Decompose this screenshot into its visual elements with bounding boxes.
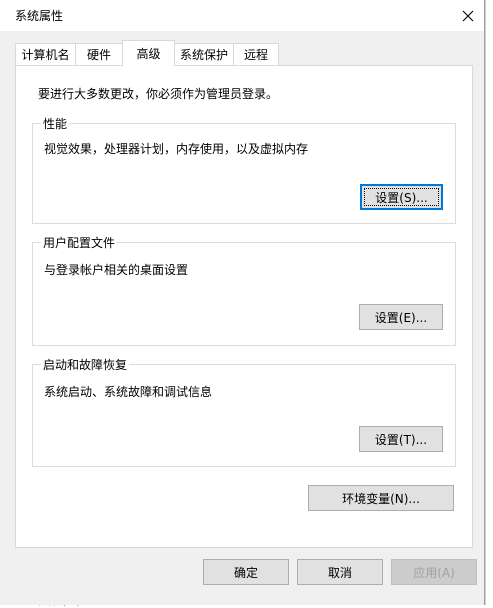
title-bar: 系统属性 (0, 0, 484, 31)
startup-recovery-group-title: 启动和故障恢复 (41, 356, 130, 373)
user-profiles-description: 与登录帐户相关的桌面设置 (44, 263, 189, 277)
performance-description: 视觉效果，处理器计划，内存使用，以及虚拟内存 (44, 142, 309, 156)
advanced-tab-panel: 要进行大多数更改，你必须作为管理员登录。 性能 视觉效果，处理器计划，内存使用，… (15, 65, 473, 548)
close-button[interactable] (452, 0, 484, 31)
user-profiles-group-title: 用户配置文件 (41, 234, 118, 251)
tab-label: 硬件 (86, 48, 111, 62)
tab-advanced[interactable]: 高级 (122, 40, 175, 66)
cancel-button[interactable]: 取消 (297, 559, 383, 585)
performance-settings-button[interactable]: 设置(S)... (360, 184, 443, 210)
tab-label: 系统保护 (179, 48, 228, 62)
startup-recovery-description: 系统启动、系统故障和调试信息 (44, 385, 213, 399)
tab-label: 远程 (243, 48, 268, 62)
apply-button[interactable]: 应用(A) (391, 559, 477, 585)
close-icon (462, 10, 474, 21)
startup-recovery-group: 启动和故障恢复 系统启动、系统故障和调试信息 设置(T)... (32, 356, 456, 467)
tab-remote[interactable]: 远程 (233, 43, 279, 65)
startup-recovery-settings-button[interactable]: 设置(T)... (359, 426, 443, 452)
performance-group: 性能 视觉效果，处理器计划，内存使用，以及虚拟内存 设置(S)... (32, 115, 456, 224)
tab-system-protection[interactable]: 系统保护 (174, 43, 234, 65)
performance-group-title: 性能 (41, 115, 70, 132)
tab-label: 高级 (136, 47, 161, 61)
ok-button[interactable]: 确定 (203, 559, 289, 585)
tab-computer-name[interactable]: 计算机名 (15, 43, 76, 65)
user-profiles-settings-button[interactable]: 设置(E)... (359, 304, 443, 330)
tab-hardware[interactable]: 硬件 (75, 43, 123, 65)
window-title: 系统属性 (15, 9, 64, 23)
environment-variables-button[interactable]: 环境变量(N)... (308, 485, 454, 511)
tab-label: 计算机名 (21, 48, 70, 62)
admin-notice: 要进行大多数更改，你必须作为管理员登录。 (38, 87, 279, 101)
background-window-edge (485, 0, 493, 605)
user-profiles-group: 用户配置文件 与登录帐户相关的桌面设置 设置(E)... (32, 234, 456, 346)
system-properties-dialog: 系统属性 计算机名 硬件 高级 系统保护 远程 要进行大多数更改，你必须作为管理… (0, 0, 485, 605)
